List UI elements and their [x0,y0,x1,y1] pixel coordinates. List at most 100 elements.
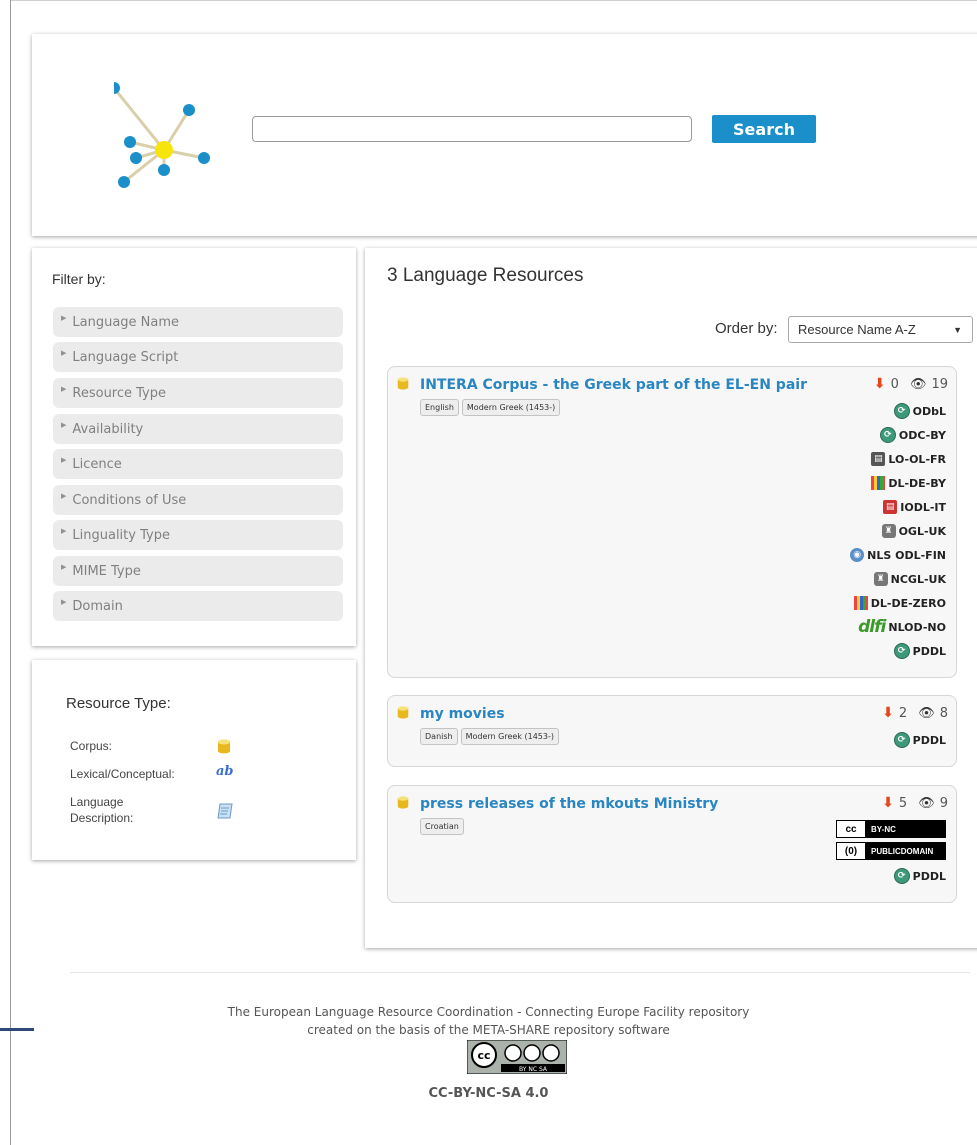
filter-linguality-type[interactable]: ▶ Linguality Type [53,520,343,550]
footer-text: The European Language Resource Coordinat… [0,1003,977,1039]
caret-right-icon: ▶ [61,563,67,571]
language-tag[interactable]: Danish [420,728,458,745]
cc-by-nc-sa-badge-icon[interactable]: cc BY NC SA [467,1040,567,1074]
download-icon: ⬇ [882,795,894,811]
licence-label: PDDL [912,644,946,658]
licence-odc-by[interactable]: ⟳ ODC-BY [879,423,946,447]
licence-iodl-it[interactable]: ▤ IODL-IT [883,495,946,519]
order-by-select[interactable]: Resource Name A-Z ▼ [788,316,973,343]
license-globe-icon: ⟳ [893,403,910,419]
window-top-edge [10,0,977,1]
filter-label: Domain [72,598,123,614]
lexical-icon: ab [216,764,234,779]
filter-label: Linguality Type [72,527,170,543]
licence-label: ODC-BY [898,428,946,442]
search-button[interactable]: Search [712,115,816,143]
licence-pddl[interactable]: ⟳ PDDL [893,639,946,663]
filter-label: Availability [72,421,144,437]
footer-divider [70,972,970,973]
licence-lo-ol-fr[interactable]: ▤ LO-OL-FR [871,447,946,471]
resource-title-link[interactable]: INTERA Corpus - the Greek part of the EL… [420,377,807,393]
language-tag[interactable]: Croatian [420,818,464,835]
download-count: 2 [898,705,908,721]
caret-right-icon: ▶ [61,314,67,322]
caret-right-icon: ▶ [61,492,67,500]
dlfi-logo-icon: dlfi [858,617,886,637]
licence-public-domain[interactable]: (0) PUBLICDOMAIN [836,842,946,860]
license-globe-icon: ⟳ [879,427,896,443]
licence-nlod-no[interactable]: dlfi NLOD-NO [858,615,946,639]
filter-label: MIME Type [72,563,141,579]
licence-label: OGL-UK [898,524,946,538]
licence-ncgl-uk[interactable]: ♜ NCGL-UK [873,567,946,591]
filter-availability[interactable]: ▶ Availability [53,414,343,444]
licence-label: DL-DE-ZERO [870,596,946,610]
filter-language-script[interactable]: ▶ Language Script [53,342,343,372]
search-input[interactable] [252,116,692,142]
filter-title: Filter by: [52,271,106,287]
licence-ogl-uk[interactable]: ♜ OGL-UK [881,519,946,543]
download-icon: ⬇ [882,705,894,721]
language-tag[interactable]: Modern Greek (1453-) [461,399,561,416]
download-icon: ⬇ [873,376,886,392]
licence-pddl[interactable]: ⟳ PDDL [893,728,946,752]
eye-icon: 👁 [909,376,927,392]
filter-label: Conditions of Use [72,492,187,508]
license-grid-icon [871,476,886,490]
footer-line-2: created on the basis of the META-SHARE r… [307,1023,670,1037]
filter-panel: Filter by: ▶ Language Name ▶ Language Scri… [32,248,356,646]
licence-cc-by-nc[interactable]: cc BY-NC [836,820,946,838]
corpus-icon [397,706,409,719]
cc-badge-label: BY-NC [871,824,896,834]
caret-right-icon: ▶ [61,598,67,606]
caret-right-icon: ▶ [61,421,67,429]
resource-title-link[interactable]: my movies [420,706,505,722]
filter-mime-type[interactable]: ▶ MIME Type [53,556,343,586]
order-by-value: Resource Name A-Z [798,322,916,337]
order-by-label: Order by: [715,320,778,337]
results-count-title: 3 Language Resources [387,265,584,286]
licence-label: NLOD-NO [888,620,946,634]
licence-label: DL-DE-BY [888,476,946,490]
license-globe-icon: ⟳ [893,868,910,884]
language-tag[interactable]: Modern Greek (1453-) [460,728,559,745]
filter-conditions-of-use[interactable]: ▶ Conditions of Use [53,485,343,515]
dropdown-caret-icon: ▼ [953,324,962,335]
licence-pddl[interactable]: ⟳ PDDL [893,864,946,888]
svg-text:cc: cc [477,1049,490,1062]
resource-type-legend: Resource Type: Corpus: Lexical/Conceptua… [32,660,356,860]
filter-label: Language Script [72,349,179,365]
corpus-icon [397,796,409,809]
license-doc-icon: ▤ [871,452,886,466]
license-globe-icon: ⟳ [893,643,910,659]
site-logo[interactable] [114,82,254,192]
filter-language-name[interactable]: ▶ Language Name [53,307,343,337]
results-panel: 3 Language Resources Order by: Resource … [365,248,977,948]
footer-line-1: The European Language Resource Coordinat… [227,1005,750,1019]
licence-dl-de-by[interactable]: DL-DE-BY [871,471,946,495]
legend-description-label: Language Description: [70,795,134,825]
licence-label: PDDL [912,869,946,883]
public-domain-icon: (0) [837,843,865,859]
cc-icon: cc [837,821,865,837]
license-doc-icon: ▤ [883,500,898,514]
resource-card: my movies Danish Modern Greek (1453-) ⬇ … [387,695,957,767]
licence-nls-odl-fin[interactable]: ◉ NLS ODL-FIN [850,543,946,567]
resource-card: press releases of the mkouts Ministry Cr… [387,785,957,903]
filter-domain[interactable]: ▶ Domain [53,591,343,621]
resource-title-link[interactable]: press releases of the mkouts Ministry [420,796,718,812]
eye-icon: 👁 [918,795,935,811]
licence-label: PDDL [912,733,946,747]
filter-resource-type[interactable]: ▶ Resource Type [53,378,343,408]
filter-label: Licence [72,456,122,472]
view-count: 8 [939,705,948,721]
licence-dl-de-zero[interactable]: DL-DE-ZERO [853,591,946,615]
language-tag[interactable]: English [420,399,459,416]
license-globe-icon: ◉ [850,548,865,562]
license-crest-icon: ♜ [881,524,896,538]
licence-odbl[interactable]: ⟳ ODbL [893,399,946,423]
filter-licence[interactable]: ▶ Licence [53,449,343,479]
download-count: 5 [898,795,908,811]
legend-lexical-label: Lexical/Conceptual: [70,767,175,781]
caret-right-icon: ▶ [61,456,67,464]
